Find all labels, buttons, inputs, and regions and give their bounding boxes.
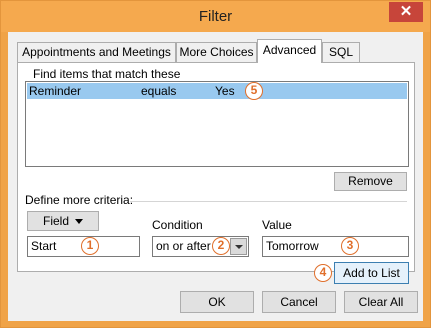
callout-5: 5 — [245, 82, 263, 100]
remove-button[interactable]: Remove — [334, 172, 407, 191]
tab-label: SQL — [328, 45, 353, 59]
close-icon: ✕ — [399, 3, 413, 20]
clear-all-button[interactable]: Clear All — [344, 291, 418, 313]
callout-2: 2 — [212, 237, 230, 255]
callout-3: 3 — [341, 237, 359, 255]
tab-more-choices[interactable]: More Choices — [176, 42, 257, 62]
cancel-button[interactable]: Cancel — [262, 291, 336, 313]
tab-label: More Choices — [179, 45, 254, 59]
tab-label: Advanced — [262, 43, 317, 57]
callout-1: 1 — [81, 237, 99, 255]
dropdown-arrow-icon[interactable] — [230, 238, 247, 255]
criteria-condition: equals — [141, 84, 177, 98]
title-bar[interactable]: Filter ✕ — [1, 1, 430, 32]
tab-sql[interactable]: SQL — [322, 42, 360, 62]
value-label: Value — [262, 218, 292, 232]
add-to-list-button[interactable]: Add to List — [334, 262, 409, 284]
chevron-down-icon — [75, 219, 83, 225]
criteria-field: Reminder — [29, 84, 82, 98]
criteria-list[interactable]: Reminder equals Yes 5 — [25, 81, 409, 167]
field-button-label: Field — [42, 214, 69, 228]
tab-appointments-and-meetings[interactable]: Appointments and Meetings — [17, 42, 176, 62]
tab-advanced[interactable]: Advanced — [257, 39, 322, 63]
value-input[interactable]: Tomorrow — [262, 236, 409, 257]
value-input-value: Tomorrow — [266, 239, 319, 253]
field-input-value: Start — [31, 239, 57, 253]
condition-select[interactable]: on or after — [152, 236, 249, 257]
dialog-body: Appointments and Meetings More Choices A… — [8, 32, 423, 321]
criteria-value: Yes — [215, 84, 235, 98]
define-criteria-label: Define more criteria: — [25, 193, 134, 207]
ok-button[interactable]: OK — [180, 291, 254, 313]
tab-label: Appointments and Meetings — [22, 45, 171, 59]
advanced-panel: Find items that match these Reminder equ… — [17, 62, 415, 284]
callout-4: 4 — [314, 264, 332, 282]
window-title: Filter — [198, 8, 233, 25]
condition-selected-value: on or after — [156, 239, 211, 253]
filter-dialog: Filter ✕ Appointments and Meetings More … — [0, 0, 431, 328]
separator — [130, 201, 407, 202]
condition-label: Condition — [152, 218, 203, 232]
close-button[interactable]: ✕ — [389, 2, 423, 22]
field-menu-button[interactable]: Field — [27, 211, 99, 231]
find-items-label: Find items that match these — [33, 67, 181, 81]
list-item[interactable]: Reminder equals Yes 5 — [27, 82, 407, 100]
